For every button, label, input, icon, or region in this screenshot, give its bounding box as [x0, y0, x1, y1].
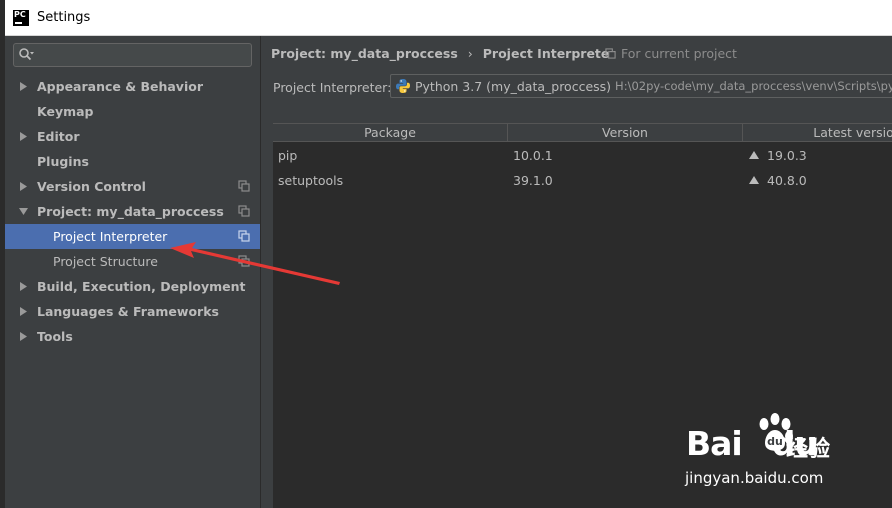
interpreter-dropdown[interactable]: Python 3.7 (my_data_proccess) H:\02py-co… [390, 74, 892, 98]
caret-down-icon[interactable] [19, 207, 28, 216]
sidebar-item-keymap[interactable]: Keymap [5, 99, 260, 124]
caret-right-icon[interactable] [19, 307, 28, 316]
sidebar-item-label: Project Structure [53, 254, 158, 269]
caret-right-icon[interactable] [19, 182, 28, 191]
watermark-cn: 经验 [786, 437, 831, 462]
table-row[interactable]: setuptools 39.1.0 40.8.0 [273, 168, 892, 193]
pycharm-icon: PC [13, 9, 29, 26]
sidebar-item-label: Project: my_data_proccess [37, 204, 224, 219]
latest-version-cell: 40.8.0 [743, 168, 892, 193]
breadcrumb-project: Project: my_data_proccess [271, 45, 458, 61]
breadcrumb: Project: my_data_proccess › Project Inte… [271, 44, 616, 62]
sidebar-item-editor[interactable]: Editor [5, 124, 260, 149]
caret-right-icon[interactable] [19, 82, 28, 91]
settings-tree: Appearance & Behavior Keymap Editor Plugins… [5, 74, 260, 349]
column-header-package[interactable]: Package [273, 124, 508, 142]
caret-right-icon[interactable] [19, 282, 28, 291]
package-cell: pip [273, 143, 508, 168]
package-cell: setuptools [273, 168, 508, 193]
sidebar-item-build-execution-deployment[interactable]: Build, Execution, Deployment [5, 274, 260, 299]
project-level-icon [238, 255, 250, 267]
python-icon [396, 79, 410, 93]
sidebar-item-label: Languages & Frameworks [37, 304, 219, 319]
interpreter-path: H:\02py-code\my_data_proccess\venv\Scrip… [615, 79, 892, 93]
latest-version-cell-text: 40.8.0 [767, 173, 807, 188]
project-level-icon [238, 180, 250, 192]
version-cell-text: 10.0.1 [513, 148, 553, 163]
breadcrumb-separator: › [467, 45, 473, 61]
upgrade-available-icon[interactable] [749, 151, 759, 159]
search-input[interactable] [38, 46, 246, 64]
copy-icon [605, 47, 616, 59]
search-icon [19, 48, 34, 61]
scope-label: For current project [621, 45, 737, 61]
sidebar-item-label: Appearance & Behavior [37, 79, 203, 94]
interpreter-label: Project Interpreter: [273, 79, 392, 95]
sidebar-item-label: Plugins [37, 154, 89, 169]
interpreter-row: Project Interpreter: Python 3.7 (my_data… [273, 74, 892, 100]
sidebar-item-label: Build, Execution, Deployment [37, 279, 246, 294]
sidebar-item-languages-frameworks[interactable]: Languages & Frameworks [5, 299, 260, 324]
sidebar-item-label: Tools [37, 329, 73, 344]
column-header-version[interactable]: Version [508, 124, 743, 142]
table-row[interactable]: pip 10.0.1 19.0.3 [273, 143, 892, 168]
latest-version-cell-text: 19.0.3 [767, 148, 807, 163]
sidebar-item-project-my-data-proccess[interactable]: Project: my_data_proccess [5, 199, 260, 224]
sidebar-item-plugins[interactable]: Plugins [5, 149, 260, 174]
sidebar-item-label: Project Interpreter [53, 229, 168, 244]
sidebar-item-project-structure[interactable]: Project Structure [5, 249, 260, 274]
version-cell-text: 39.1.0 [513, 173, 553, 188]
sidebar-item-label: Version Control [37, 179, 146, 194]
sidebar-item-project-interpreter[interactable]: Project Interpreter [5, 224, 260, 249]
project-level-icon [238, 205, 250, 217]
version-cell: 39.1.0 [508, 168, 743, 193]
svg-text:du: du [767, 435, 783, 448]
upgrade-available-icon[interactable] [749, 176, 759, 184]
project-level-icon [238, 230, 250, 242]
title-bar: PC Settings [5, 0, 892, 36]
sidebar-item-label: Keymap [37, 104, 94, 119]
window-title: Settings [37, 10, 91, 25]
version-cell: 10.0.1 [508, 143, 743, 168]
sidebar-item-tools[interactable]: Tools [5, 324, 260, 349]
settings-search-box[interactable] [13, 43, 252, 67]
sidebar-item-label: Editor [37, 129, 80, 144]
package-cell-text: setuptools [278, 173, 344, 188]
caret-right-icon[interactable] [19, 132, 28, 141]
settings-sidebar: Appearance & Behavior Keymap Editor Plugins… [5, 36, 261, 508]
caret-right-icon[interactable] [19, 332, 28, 341]
sidebar-item-version-control[interactable]: Version Control [5, 174, 260, 199]
scope-indicator: For current project [605, 44, 737, 62]
interpreter-name: Python 3.7 (my_data_proccess) [415, 78, 612, 94]
settings-window: PC Settings Appearance & Behavior Keymap E… [0, 0, 892, 508]
watermark-url: jingyan.baidu.com [685, 469, 824, 487]
package-cell-text: pip [278, 148, 298, 163]
column-header-latest-version[interactable]: Latest version [743, 124, 892, 142]
table-header: Package Version Latest version [273, 124, 892, 142]
sidebar-item-appearance-behavior[interactable]: Appearance & Behavior [5, 74, 260, 99]
latest-version-cell: 19.0.3 [743, 143, 892, 168]
baidu-watermark: Bai du du 经验 jingyan.baidu.com [682, 412, 852, 492]
breadcrumb-current: Project Interpreter [482, 45, 616, 61]
